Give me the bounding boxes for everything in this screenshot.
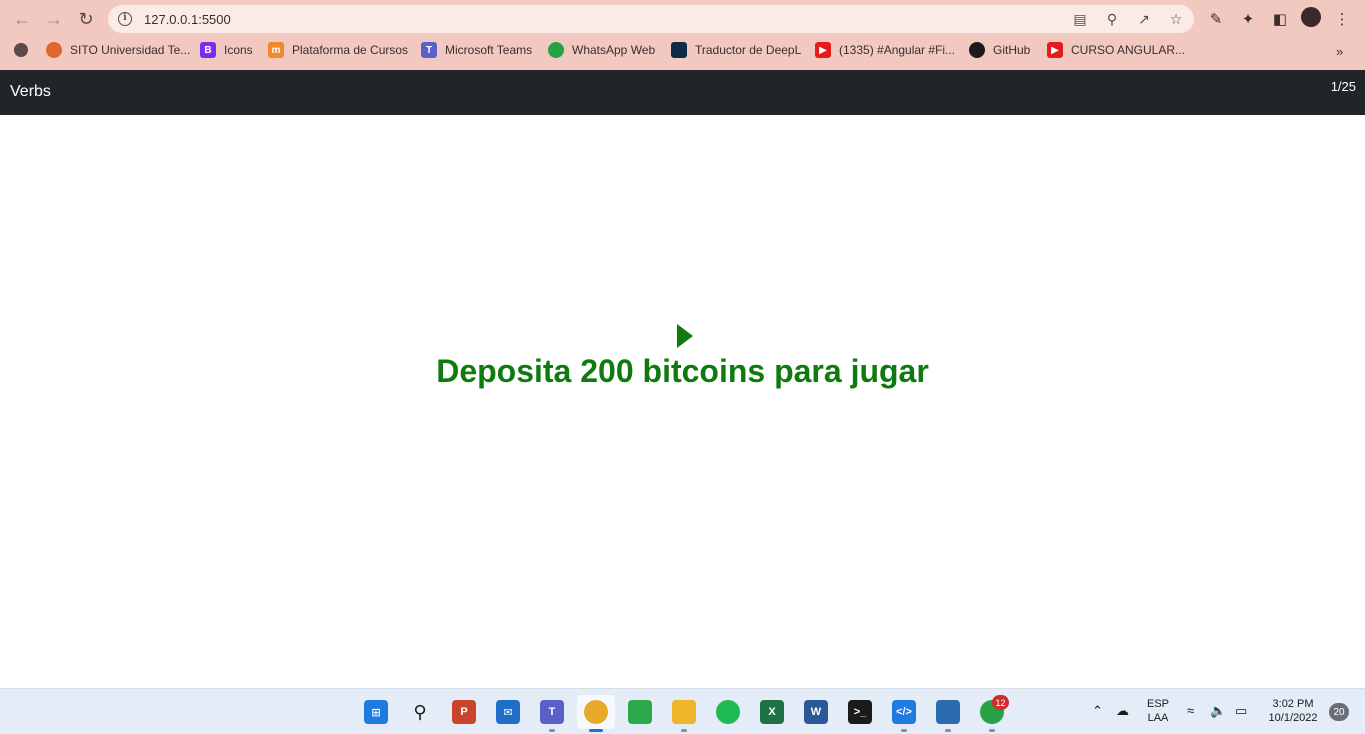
- profile-avatar[interactable]: [1301, 7, 1321, 27]
- bookmark-deepl[interactable]: Traductor de DeepL: [671, 42, 801, 58]
- app-navbar: Verbs 1/25: [0, 70, 1365, 115]
- bootstrap-icon: B: [200, 42, 216, 58]
- whatsapp-icon: [548, 42, 564, 58]
- reload-button[interactable]: ↻: [70, 3, 102, 35]
- remote-desktop-icon[interactable]: [628, 700, 652, 724]
- word-icon[interactable]: W: [804, 700, 828, 724]
- volume-muted-icon[interactable]: 🔈: [1210, 704, 1226, 718]
- youtube-icon: ▶: [1047, 42, 1063, 58]
- more-bookmarks-icon[interactable]: »: [1336, 44, 1343, 59]
- bookmark-sito[interactable]: SITO Universidad Te...: [46, 42, 190, 58]
- file-explorer-icon[interactable]: [672, 700, 696, 724]
- teams-icon[interactable]: T: [540, 700, 564, 724]
- deepl-icon: [671, 42, 687, 58]
- chevron-up-icon[interactable]: ⌃: [1092, 704, 1103, 718]
- browser-chrome: ← → ↻ i 127.0.0.1:5500 ▤ ⚲ ↗ ☆ ✎ ✦ ◧ ⋮ S…: [0, 0, 1365, 70]
- bookmark-curso-angular[interactable]: ▶ CURSO ANGULAR...: [1047, 42, 1185, 58]
- chrome-icon[interactable]: [584, 700, 608, 724]
- virtualbox-icon[interactable]: [936, 700, 960, 724]
- language-indicator[interactable]: ESP LAA: [1144, 697, 1172, 725]
- zoom-icon[interactable]: ⚲: [1102, 9, 1122, 29]
- extensions-puzzle-icon[interactable]: ✦: [1237, 7, 1259, 31]
- browser-toolbar: ← → ↻ i 127.0.0.1:5500 ▤ ⚲ ↗ ☆ ✎ ✦ ◧ ⋮: [0, 0, 1365, 38]
- bookmark-angular-video[interactable]: ▶ (1335) #Angular #Fi...: [815, 42, 955, 58]
- notification-count[interactable]: 20: [1329, 703, 1349, 721]
- wifi-icon[interactable]: ≈: [1187, 704, 1194, 718]
- apps-icon[interactable]: [14, 43, 28, 57]
- address-bar[interactable]: i 127.0.0.1:5500 ▤ ⚲ ↗ ☆: [108, 5, 1194, 33]
- whatsapp-badge: 12: [992, 695, 1009, 710]
- youtube-icon: ▶: [815, 42, 831, 58]
- back-button[interactable]: ←: [6, 3, 38, 35]
- info-icon[interactable]: i: [118, 12, 132, 26]
- app-brand[interactable]: Verbs: [10, 83, 51, 101]
- powerpoint-icon[interactable]: P: [452, 700, 476, 724]
- excel-icon[interactable]: X: [760, 700, 784, 724]
- menu-kebab-icon[interactable]: ⋮: [1331, 7, 1353, 31]
- bookmark-teams[interactable]: T Microsoft Teams: [421, 42, 532, 58]
- side-panel-icon[interactable]: ◧: [1269, 7, 1291, 31]
- translate-icon[interactable]: ▤: [1070, 9, 1090, 29]
- play-icon[interactable]: [677, 324, 693, 348]
- network-error-icon[interactable]: ☁: [1116, 704, 1129, 718]
- windows-taskbar: ⊞ ⚲ P ✉ T X W >_ </> 12 ⌃ ☁ ESP LAA ≈ 🔈 …: [0, 688, 1365, 734]
- mail-icon[interactable]: ✉: [496, 700, 520, 724]
- terminal-icon[interactable]: >_: [848, 700, 872, 724]
- share-icon[interactable]: ↗: [1134, 9, 1154, 29]
- progress-counter: 1/25: [1330, 79, 1356, 94]
- url-text[interactable]: 127.0.0.1:5500: [144, 12, 231, 27]
- extension-icon[interactable]: ✎: [1205, 7, 1227, 31]
- deposit-message: Deposita 200 bitcoins para jugar: [436, 353, 929, 389]
- main-content: Deposita 200 bitcoins para jugar: [0, 115, 1365, 688]
- spotify-icon[interactable]: [716, 700, 740, 724]
- teams-icon: T: [421, 42, 437, 58]
- forward-button[interactable]: →: [38, 3, 70, 35]
- sito-icon: [46, 42, 62, 58]
- clock[interactable]: 3:02 PM 10/1/2022: [1263, 697, 1323, 725]
- search-icon[interactable]: ⚲: [408, 700, 432, 724]
- bookmark-star-icon[interactable]: ☆: [1166, 9, 1186, 29]
- bookmark-whatsapp[interactable]: WhatsApp Web: [548, 42, 655, 58]
- moodle-icon: m: [268, 42, 284, 58]
- bookmark-github[interactable]: GitHub: [969, 42, 1030, 58]
- github-icon: [969, 42, 985, 58]
- start-icon[interactable]: ⊞: [364, 700, 388, 724]
- bookmark-plataforma[interactable]: m Plataforma de Cursos: [268, 42, 408, 58]
- battery-icon[interactable]: ▭: [1235, 704, 1247, 718]
- vscode-icon[interactable]: </>: [892, 700, 916, 724]
- bookmark-icons[interactable]: B Icons: [200, 42, 253, 58]
- bookmarks-bar: SITO Universidad Te... B Icons m Plataform…: [0, 38, 1365, 64]
